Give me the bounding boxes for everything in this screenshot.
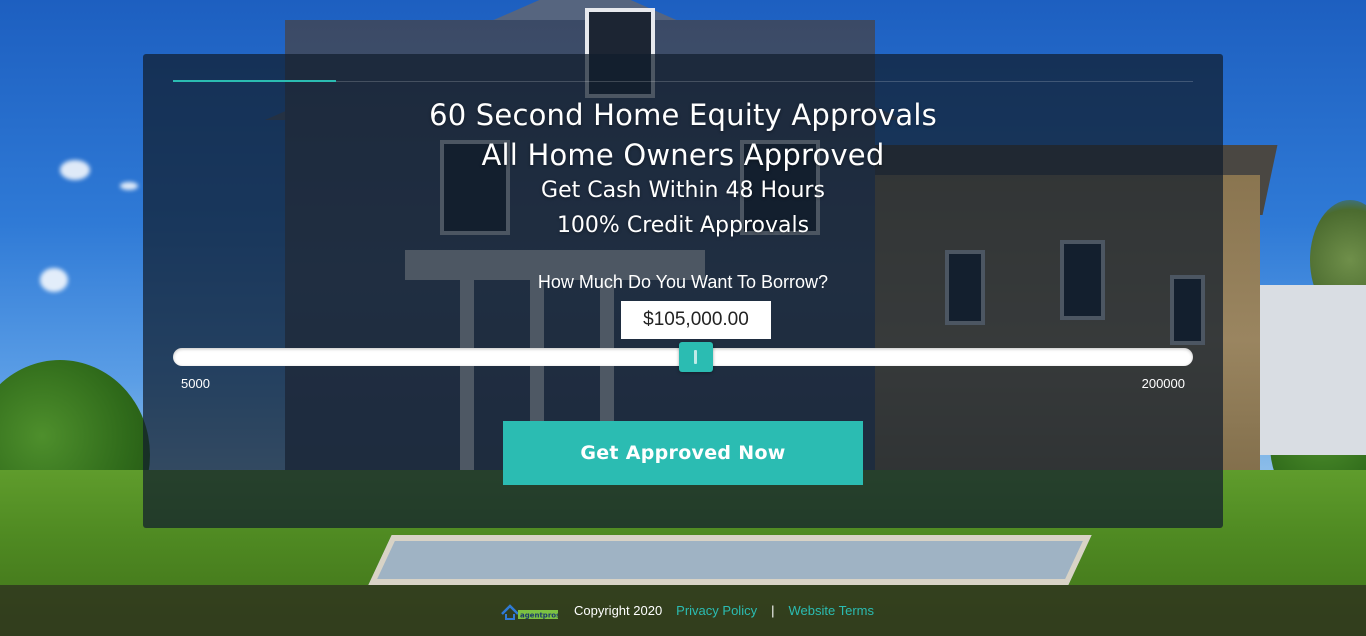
slider-max-label: 200000 bbox=[1141, 376, 1185, 391]
loan-amount-input[interactable]: $105,000.00 bbox=[621, 301, 771, 339]
headline-line-1: 60 Second Home Equity Approvals bbox=[429, 98, 937, 132]
cloud bbox=[120, 182, 138, 190]
privacy-policy-link[interactable]: Privacy Policy bbox=[676, 603, 757, 618]
approval-card: 60 Second Home Equity Approvals All Home… bbox=[143, 54, 1223, 528]
footer-separator: | bbox=[771, 603, 775, 618]
get-approved-button[interactable]: Get Approved Now bbox=[503, 421, 863, 485]
footer: agentpros Copyright 2020 Privacy Policy … bbox=[0, 585, 1366, 636]
cloud bbox=[40, 268, 68, 292]
headline-line-3: Get Cash Within 48 Hours bbox=[541, 178, 825, 203]
copyright-text: Copyright 2020 bbox=[574, 603, 663, 618]
pool bbox=[368, 535, 1092, 585]
loan-amount-slider[interactable] bbox=[173, 342, 1193, 372]
headline-line-4: 100% Credit Approvals bbox=[556, 213, 810, 238]
slider-min-label: 5000 bbox=[181, 376, 210, 391]
borrow-question: How Much Do You Want To Borrow? bbox=[537, 272, 829, 292]
website-terms-link[interactable]: Website Terms bbox=[788, 603, 874, 618]
logo-text: agentpros bbox=[520, 611, 558, 619]
agentpros-logo: agentpros bbox=[500, 600, 558, 622]
headline-line-2: All Home Owners Approved bbox=[481, 138, 885, 172]
slider-handle[interactable] bbox=[679, 342, 714, 372]
cloud bbox=[60, 160, 90, 180]
card-accent-line bbox=[173, 80, 336, 82]
